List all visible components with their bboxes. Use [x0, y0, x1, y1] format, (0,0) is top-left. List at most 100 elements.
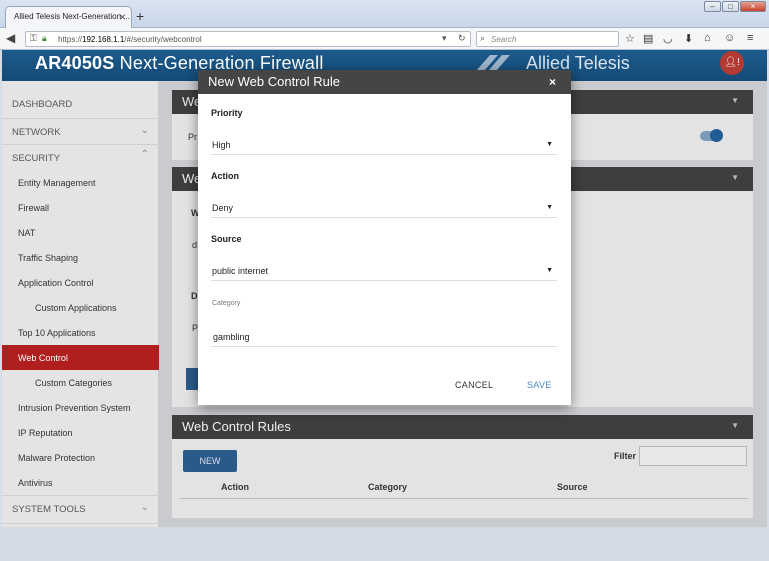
sidebar-item-label: Entity Management	[18, 178, 96, 188]
filter-label: Filter	[614, 451, 637, 461]
back-icon[interactable]: ◀	[6, 31, 15, 45]
search-input[interactable]: ⌕ Search	[476, 31, 619, 47]
user-badge: !	[736, 57, 740, 68]
table-divider	[180, 498, 748, 499]
action-select[interactable]: Deny ▼	[211, 198, 557, 218]
caret-down-icon[interactable]: ▼	[731, 173, 739, 182]
sidebar-item-custom-applications[interactable]: Custom Applications	[2, 295, 159, 320]
source-value: public internet	[212, 266, 269, 276]
panel-text: d	[192, 240, 198, 250]
sidebar-item-intrusion-prevention[interactable]: Intrusion Prevention System	[2, 395, 159, 420]
source-select[interactable]: public internet ▼	[211, 261, 557, 281]
caret-down-icon[interactable]: ▼	[731, 96, 739, 105]
chevron-down-icon: ⌄	[140, 125, 149, 136]
sidebar-item-label: Malware Protection	[18, 453, 96, 463]
priority-select[interactable]: High ▼	[211, 135, 557, 155]
menu-icon[interactable]: ≡	[747, 32, 753, 44]
key-icon: ⚿	[30, 33, 37, 43]
category-label: Category	[212, 300, 241, 307]
browser-tab[interactable]: Allied Telesis Next-Generation ... ×	[5, 6, 132, 28]
sidebar-item-application-control[interactable]: Application Control	[2, 270, 159, 295]
url-path: /#/security/webcontrol	[124, 35, 202, 44]
sidebar-item-nat[interactable]: NAT	[2, 220, 159, 245]
enable-toggle[interactable]	[700, 129, 723, 142]
browser-titlebar: Allied Telesis Next-Generation ... × + –…	[0, 0, 769, 28]
reading-list-icon[interactable]: ▤	[643, 32, 653, 45]
new-rule-button[interactable]: NEW	[183, 450, 237, 472]
minimize-icon[interactable]: –	[704, 1, 721, 12]
sidebar: DASHBOARD NETWORK ⌄ SECURITY ⌃ Entity Mana…	[2, 81, 159, 527]
category-value: gambling	[213, 332, 250, 342]
chevron-up-icon: ⌃	[140, 149, 149, 160]
home-icon[interactable]: ⌂	[704, 32, 711, 44]
sidebar-item-label: NETWORK	[12, 127, 61, 138]
column-header-source[interactable]: Source	[557, 482, 588, 492]
new-web-control-rule-dialog: New Web Control Rule × Priority High ▼ A…	[198, 70, 571, 405]
chevron-down-icon: ⌄	[140, 502, 149, 513]
dropdown-arrow-icon: ▼	[546, 267, 553, 274]
sidebar-item-malware-protection[interactable]: Malware Protection	[2, 445, 159, 470]
sidebar-item-firewall[interactable]: Firewall	[2, 195, 159, 220]
new-tab-button[interactable]: +	[136, 8, 144, 24]
sidebar-item-traffic-shaping[interactable]: Traffic Shaping	[2, 245, 159, 270]
web-control-rules-panel: Web Control Rules ▼	[172, 415, 753, 518]
sidebar-item-top-10-applications[interactable]: Top 10 Applications	[2, 320, 159, 345]
product-name: AR4050S	[35, 53, 115, 73]
caret-down-icon[interactable]: ▼	[731, 421, 739, 430]
close-tab-icon[interactable]: ×	[119, 10, 126, 24]
dropdown-icon[interactable]: ▾	[442, 33, 447, 44]
browser-status-area	[0, 527, 769, 561]
window-close-icon[interactable]: ×	[740, 1, 766, 12]
sidebar-item-label: Traffic Shaping	[18, 253, 79, 263]
sidebar-item-label: SECURITY	[12, 153, 61, 164]
filter-input[interactable]	[639, 446, 747, 466]
sidebar-item-label: Web Control	[18, 353, 68, 363]
user-menu-button[interactable]: 👤︎!	[720, 51, 744, 75]
action-value: Deny	[212, 203, 234, 213]
url-bar[interactable]: ⚿ 🔒︎ https://192.168.1.1/#/security/webc…	[25, 31, 471, 47]
dropdown-arrow-icon: ▼	[546, 141, 553, 148]
url-host: 192.168.1.1	[82, 35, 125, 44]
sidebar-item-label: NAT	[18, 228, 36, 238]
sidebar-item-system-tools[interactable]: SYSTEM TOOLS ⌄	[2, 496, 159, 521]
sidebar-item-security[interactable]: SECURITY ⌃	[2, 145, 159, 170]
sidebar-item-label: Antivirus	[18, 478, 53, 488]
priority-value: High	[212, 140, 231, 150]
maximize-icon[interactable]: □	[722, 1, 739, 12]
sidebar-item-custom-categories[interactable]: Custom Categories	[2, 370, 159, 395]
sidebar-item-dashboard[interactable]: DASHBOARD	[2, 91, 159, 116]
column-header-category[interactable]: Category	[368, 482, 407, 492]
sidebar-item-web-control[interactable]: Web Control	[2, 345, 159, 370]
lock-icon: 🔒︎	[42, 33, 47, 43]
sidebar-item-network[interactable]: NETWORK ⌄	[2, 119, 159, 144]
save-button[interactable]: SAVE	[527, 380, 552, 390]
close-icon[interactable]: ×	[549, 75, 556, 89]
sidebar-item-label: Intrusion Prevention System	[18, 403, 131, 413]
panel-text: D	[191, 291, 198, 301]
sidebar-item-label: IP Reputation	[18, 428, 73, 438]
pocket-icon[interactable]: ◡	[663, 32, 673, 45]
dropdown-arrow-icon: ▼	[546, 204, 553, 211]
search-icon: ⌕	[480, 33, 486, 43]
sidebar-item-entity-management[interactable]: Entity Management	[2, 170, 159, 195]
sidebar-item-label: Application Control	[18, 278, 94, 288]
panel-title: Web Control Rules	[182, 419, 291, 434]
cancel-button[interactable]: CANCEL	[455, 380, 493, 390]
download-icon[interactable]: ⬇	[684, 32, 693, 45]
reload-icon[interactable]: ↻	[458, 33, 466, 44]
sidebar-item-label: SYSTEM TOOLS	[12, 504, 86, 515]
bookmark-star-icon[interactable]: ☆	[625, 32, 635, 45]
sidebar-item-label: Custom Categories	[35, 378, 113, 388]
panel-text: Pr	[188, 132, 197, 142]
search-placeholder: Search	[491, 35, 517, 44]
dialog-header: New Web Control Rule	[198, 70, 571, 94]
column-header-action[interactable]: Action	[221, 482, 249, 492]
browser-navbar: ◀ ⚿ 🔒︎ https://192.168.1.1/#/security/we…	[0, 28, 769, 50]
action-label: Action	[211, 171, 239, 181]
sidebar-item-antivirus[interactable]: Antivirus	[2, 470, 159, 495]
sidebar-item-ip-reputation[interactable]: IP Reputation	[2, 420, 159, 445]
category-input[interactable]: gambling	[211, 327, 557, 347]
priority-label: Priority	[211, 108, 243, 118]
sidebar-item-label: DASHBOARD	[12, 99, 73, 110]
chat-icon[interactable]: ☺	[724, 32, 735, 44]
